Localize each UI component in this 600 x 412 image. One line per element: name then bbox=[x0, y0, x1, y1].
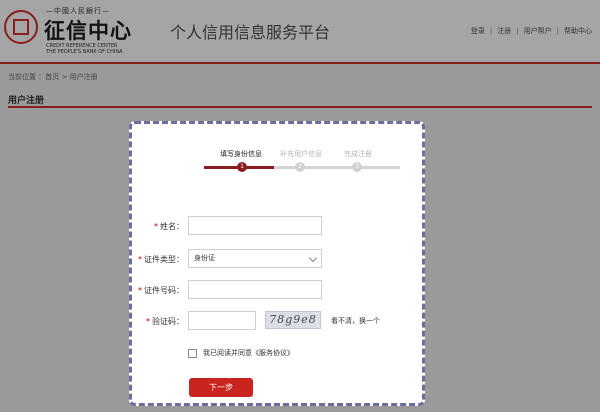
top-navigation: 登录 | 注册 | 用户帮户 | 帮助中心 bbox=[471, 26, 592, 36]
id-number-label-text: 证件号码： bbox=[144, 286, 184, 295]
name-input[interactable] bbox=[188, 216, 322, 235]
captcha-label-text: 验证码： bbox=[152, 317, 184, 326]
id-type-select[interactable]: 身份证 bbox=[188, 249, 322, 268]
credit-center-logo[interactable]: —中國人民銀行— 征信中心 CREDIT REFERENCE CENTER TH… bbox=[4, 6, 154, 55]
step-1-label: 填写身份信息 bbox=[220, 150, 262, 158]
name-label-text: 姓名： bbox=[160, 222, 184, 231]
section-divider bbox=[8, 106, 592, 108]
nav-login-link[interactable]: 登录 bbox=[471, 26, 485, 36]
step-2-label: 补充用户信息 bbox=[280, 150, 322, 158]
nav-user-link[interactable]: 用户帮户 bbox=[524, 26, 552, 36]
id-number-label: * 证件号码： bbox=[132, 285, 184, 296]
nav-register-link[interactable]: 注册 bbox=[497, 26, 511, 36]
agreement-text[interactable]: 我已阅读并同意《服务协议》 bbox=[203, 349, 294, 357]
step-2-indicator: 2 bbox=[295, 162, 305, 172]
section-title: 用户注册 bbox=[8, 96, 45, 106]
registration-form-card: 填写身份信息 补充用户信息 完成注册 1 2 3 * 姓名： * 证件类型： 身份证… bbox=[129, 121, 425, 406]
nav-separator: | bbox=[556, 27, 559, 35]
seal-icon bbox=[4, 10, 38, 44]
breadcrumb: 当前位置 ：首页 > 用户注册 bbox=[8, 73, 98, 81]
next-step-button[interactable]: 下一步 bbox=[189, 378, 253, 397]
required-mark: * bbox=[146, 317, 150, 326]
required-mark: * bbox=[138, 255, 142, 264]
id-type-label-text: 证件类型： bbox=[144, 255, 184, 264]
nav-separator: | bbox=[489, 27, 493, 35]
required-mark: * bbox=[154, 222, 158, 231]
id-type-selected-value: 身份证 bbox=[194, 254, 215, 262]
logo-english-text: CREDIT REFERENCE CENTER THE PEOPLE'S BAN… bbox=[46, 43, 136, 55]
id-number-input[interactable] bbox=[188, 280, 322, 299]
captcha-image[interactable]: 78g9e8 bbox=[265, 311, 321, 329]
step-3-label: 完成注册 bbox=[344, 150, 372, 158]
chevron-down-icon bbox=[308, 253, 318, 263]
agreement-row: 我已阅读并同意《服务协议》 bbox=[188, 348, 294, 358]
captcha-label: * 验证码： bbox=[132, 316, 184, 327]
captcha-refresh-link[interactable]: 看不清，换一个 bbox=[331, 316, 380, 326]
id-type-label: * 证件类型： bbox=[132, 254, 184, 265]
step-3-indicator: 3 bbox=[352, 162, 362, 172]
captcha-input[interactable] bbox=[188, 311, 256, 330]
step-1-indicator: 1 bbox=[237, 162, 247, 172]
agree-checkbox[interactable] bbox=[188, 348, 197, 358]
nav-help-link[interactable]: 帮助中心 bbox=[564, 26, 592, 36]
logo-main-text: 征信中心 bbox=[44, 18, 132, 43]
nav-separator: | bbox=[516, 27, 519, 35]
logo-english-line-2: THE PEOPLE'S BANK OF CHINA bbox=[46, 49, 123, 55]
site-title: 个人信用信息服务平台 bbox=[170, 23, 331, 42]
required-mark: * bbox=[138, 286, 142, 295]
name-label: * 姓名： bbox=[132, 221, 184, 232]
site-header: —中國人民銀行— 征信中心 CREDIT REFERENCE CENTER TH… bbox=[0, 0, 600, 64]
